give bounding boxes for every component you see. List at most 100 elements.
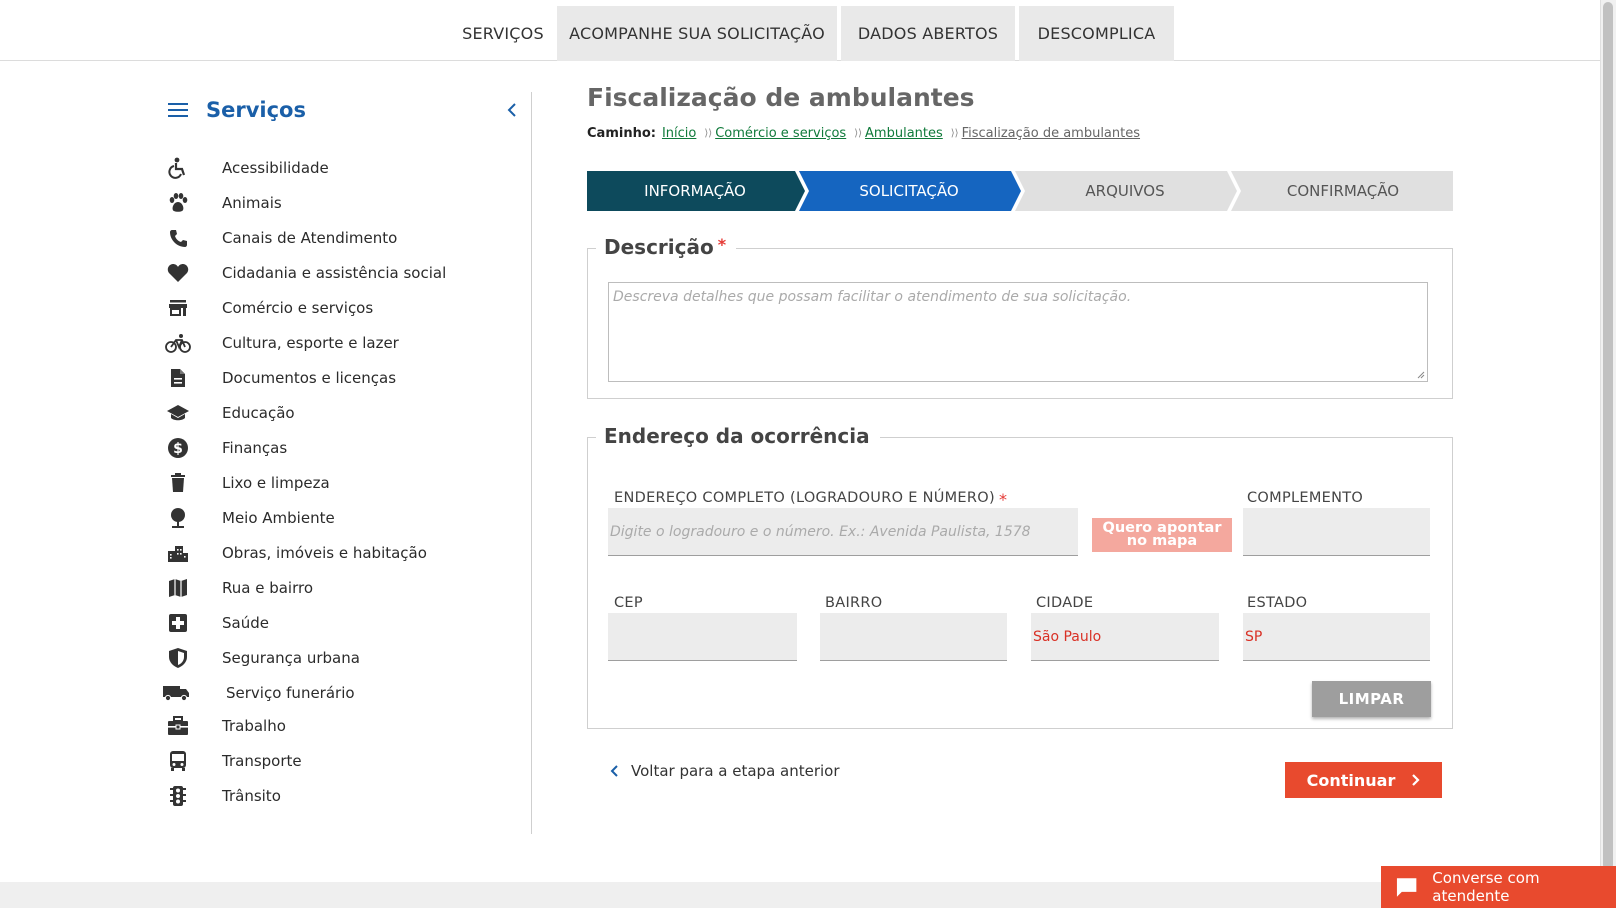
paw-icon [164,189,192,217]
sidebar-item-label: Comércio e serviços [222,299,374,317]
sidebar-item-lixo[interactable]: Lixo e limpeza [160,469,520,497]
shield-icon [164,644,192,672]
cep-input[interactable] [608,613,797,661]
sidebar-item-cultura[interactable]: Cultura, esporte e lazer [160,329,520,357]
sidebar-item-label: Trânsito [222,787,281,805]
breadcrumb-label: Caminho: [587,126,656,141]
sidebar-item-canais-atendimento[interactable]: Canais de Atendimento [160,224,520,252]
bairro-label: BAIRRO [825,595,883,611]
sidebar-item-label: Documentos e licenças [222,369,397,387]
progress-stepper: INFORMAÇÃO SOLICITAÇÃO ARQUIVOS CONFIRMA… [587,171,1453,211]
chevron-left-icon [610,765,618,777]
accessibility-icon [164,154,192,182]
estado-label: ESTADO [1247,595,1308,611]
sidebar-item-label: Transporte [222,752,302,770]
continue-button-label: Continuar [1306,770,1396,790]
traffic-light-icon [164,782,192,810]
endereco-legend: Endereço da ocorrência [596,424,880,448]
chat-button-label: Converse com atendente [1432,869,1540,905]
store-icon [164,294,192,322]
step-arquivos: ARQUIVOS [1085,182,1165,200]
sidebar-item-documentos[interactable]: Documentos e licenças [160,364,520,392]
sidebar-item-label: Finanças [222,439,288,457]
sidebar-item-label: Cidadania e assistência social [222,264,447,282]
sidebar-item-label: Lixo e limpeza [222,474,330,492]
collapse-sidebar-chevron-left-icon[interactable] [502,100,522,120]
breadcrumb-current[interactable]: Fiscalização de ambulantes [962,126,1140,141]
breadcrumb-separator-icon: ⟩⟩ [854,128,863,139]
tab-descomplica[interactable]: DESCOMPLICA [1019,6,1174,61]
point-on-map-button[interactable]: Quero apontar no mapa [1092,518,1232,552]
cidade-label: CIDADE [1036,595,1094,611]
svg-text:$: $ [173,441,183,457]
heart-icon [164,259,192,287]
sidebar-item-meio-ambiente[interactable]: Meio Ambiente [160,504,520,532]
complemento-input[interactable] [1243,508,1430,556]
scrollbar-thumb[interactable] [1603,2,1613,870]
required-marker: * [717,235,727,254]
sidebar-item-transito[interactable]: Trânsito [160,782,520,810]
bairro-input[interactable] [820,613,1007,661]
sidebar-item-label: Serviço funerário [226,684,355,702]
endereco-completo-label-text: ENDEREÇO COMPLETO (LOGRADOURO E NÚMERO) [614,490,995,506]
sidebar-item-label: Acessibilidade [222,159,329,177]
breadcrumb-separator-icon: ⟩⟩ [704,128,713,139]
sidebar-item-transporte[interactable]: Transporte [160,747,520,775]
bus-icon [164,747,192,775]
sidebar-item-label: Rua e bairro [222,579,314,597]
step-solicitacao[interactable]: SOLICITAÇÃO [801,171,1017,211]
tab-servicos[interactable]: SERVIÇOS [449,6,557,61]
sidebar-item-obras[interactable]: Obras, imóveis e habitação [160,539,520,567]
sidebar-item-label: Meio Ambiente [222,509,335,527]
sidebar-item-label: Canais de Atendimento [222,229,398,247]
sidebar-item-rua-bairro[interactable]: Rua e bairro [160,574,520,602]
sidebar-item-cidadania[interactable]: Cidadania e assistência social [160,259,520,287]
back-link[interactable]: Voltar para a etapa anterior [610,762,840,780]
step-confirmacao: CONFIRMAÇÃO [1286,182,1400,200]
sidebar-item-financas[interactable]: $ Finanças [160,434,520,462]
services-sidebar: Serviços Acessibilidade Animais Canais d… [160,92,532,834]
resize-handle-icon[interactable] [1417,371,1425,379]
buildings-icon [164,539,192,567]
sidebar-header: Serviços [168,92,306,128]
sidebar-item-saude[interactable]: Saúde [160,609,520,637]
breadcrumb-link-comercio[interactable]: Comércio e serviços [715,126,846,141]
chat-bubble-icon [1396,878,1417,897]
chat-with-agent-button[interactable]: Converse com atendente [1381,866,1616,908]
sidebar-item-comercio[interactable]: Comércio e serviços [160,294,520,322]
descricao-textarea[interactable]: Descreva detalhes que possam facilitar o… [608,282,1428,382]
sidebar-item-educacao[interactable]: Educação [160,399,520,427]
sidebar-item-trabalho[interactable]: Trabalho [160,712,520,740]
menu-icon[interactable] [168,103,188,117]
descricao-legend-text: Descrição [604,235,714,259]
cidade-input[interactable]: São Paulo [1031,613,1219,661]
continue-button[interactable]: Continuar [1285,762,1442,798]
sidebar-item-label: Saúde [222,614,269,632]
sidebar-item-label: Segurança urbana [222,649,360,667]
sidebar-item-label: Cultura, esporte e lazer [222,334,399,352]
endereco-completo-input[interactable]: Digite o logradouro e o número. Ex.: Ave… [608,508,1078,556]
back-link-label: Voltar para a etapa anterior [631,762,840,780]
sidebar-item-animais[interactable]: Animais [160,189,520,217]
clear-address-button[interactable]: LIMPAR [1312,681,1431,717]
tab-acompanhe-solicitacao[interactable]: ACOMPANHE SUA SOLICITAÇÃO [557,6,837,61]
estado-input[interactable]: SP [1243,613,1430,661]
chevron-right-icon [1412,774,1420,786]
sidebar-item-acessibilidade[interactable]: Acessibilidade [160,154,520,182]
document-icon [164,364,192,392]
required-marker: * [998,490,1008,509]
footer-bar [0,882,1600,908]
sidebar-item-label: Animais [222,194,282,212]
truck-icon [160,679,192,707]
scrollbar[interactable] [1600,0,1616,908]
breadcrumb-separator-icon: ⟩⟩ [950,128,959,139]
breadcrumb-link-ambulantes[interactable]: Ambulantes [865,126,943,141]
sidebar-item-funerario[interactable]: Serviço funerário [160,679,520,707]
descricao-placeholder: Descreva detalhes que possam facilitar o… [613,289,1132,305]
sidebar-item-seguranca[interactable]: Segurança urbana [160,644,520,672]
breadcrumb-link-inicio[interactable]: Início [662,126,696,141]
step-informacao[interactable]: INFORMAÇÃO [587,171,803,211]
tab-dados-abertos[interactable]: DADOS ABERTOS [841,6,1015,61]
sidebar-item-label: Trabalho [222,717,286,735]
endereco-completo-label: ENDEREÇO COMPLETO (LOGRADOURO E NÚMERO) * [614,490,1007,509]
